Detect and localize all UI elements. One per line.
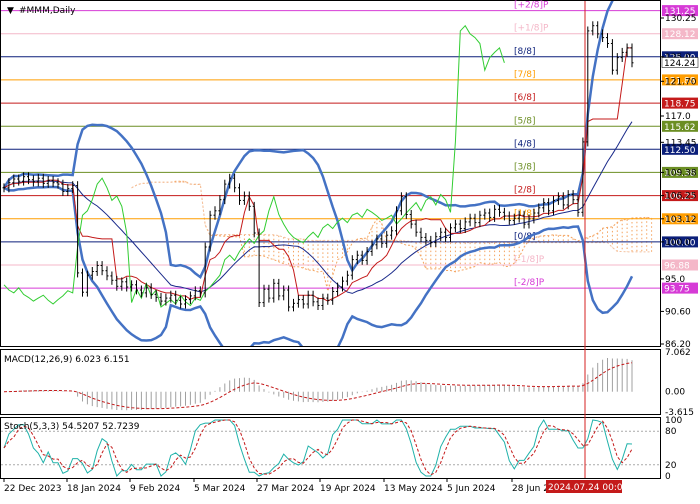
stoch-title: Stoch(5,3,3) 54.5207 52.7239 [4,422,140,432]
macd-y-tick-label: 0.00 [665,388,685,398]
murray-label: [3/8] [514,162,536,172]
stoch-y-tick-label: 20 [665,461,677,471]
stoch-y-tick-label: 80 [665,427,677,437]
level-badge-label: 128.12 [664,30,696,40]
stoch-y-tick-label: 100 [665,416,682,426]
chart-window: [+2/8]P [+1/8]P [8/8] [7/8] [6/8] [5/8] [4/8] [… [0,0,700,500]
level-badge-label: 93.75 [664,285,690,295]
x-tick-label: 13 May 2024 [384,484,443,494]
y-tick-label: 90.60 [665,307,691,317]
murray-label: [+1/8]P [514,24,549,34]
current-price-label: 124.24 [664,59,696,69]
y-tick-label: 130.25 [665,14,697,24]
level-badge-label: 96.88 [664,262,690,272]
y-tick-label: 121.70 [665,77,697,87]
x-tick-label: 5 Jun 2024 [447,484,496,494]
level-badge-label: 118.75 [664,100,696,110]
x-tick-label: 19 Apr 2024 [320,484,376,494]
murray-label: [-1/8]P [514,255,545,265]
x-tick-label: 5 Mar 2024 [194,484,246,494]
x-tick-label: 9 Feb 2024 [130,484,181,494]
murray-label: [5/8] [514,116,536,126]
murray-label: [8/8] [514,47,536,57]
x-tick-label: 18 Jan 2024 [67,484,121,494]
x-tick-label: 22 Dec 2023 [4,484,62,494]
y-tick-label: 100.0 [665,238,691,248]
chart-title: #MMM,Daily [19,6,76,16]
y-tick-label: 103.12 [665,215,697,225]
murray-label: [7/8] [514,70,536,80]
macd-y-tick-label: 7.062 [665,348,691,358]
y-tick-label: 95.0 [665,275,685,285]
y-tick-label: 113.45 [665,138,697,148]
murray-label: [2/8] [514,186,536,196]
y-tick-label: 106.25 [665,192,697,202]
murray-label: [4/8] [514,139,536,149]
chart-canvas: [+2/8]P [+1/8]P [8/8] [7/8] [6/8] [5/8] [4/8] [… [0,0,700,500]
murray-label: [-2/8]P [514,278,545,288]
murray-label: [+2/8]P [514,1,549,11]
cursor-time-label: 2024.07.24 00:00 [548,483,629,493]
stoch-y-tick-label: 0 [665,472,671,482]
chart-title-icon: ▼ [7,6,14,16]
macd-title: MACD(12,26,9) 6.023 6.151 [4,355,130,365]
y-tick-label: 109.38 [665,168,697,178]
murray-label: [1/8] [514,209,536,219]
y-tick-label: 117.0 [665,112,691,122]
level-badge-label: 115.62 [664,123,696,133]
murray-label: [6/8] [514,93,536,103]
x-tick-label: 27 Mar 2024 [257,484,314,494]
